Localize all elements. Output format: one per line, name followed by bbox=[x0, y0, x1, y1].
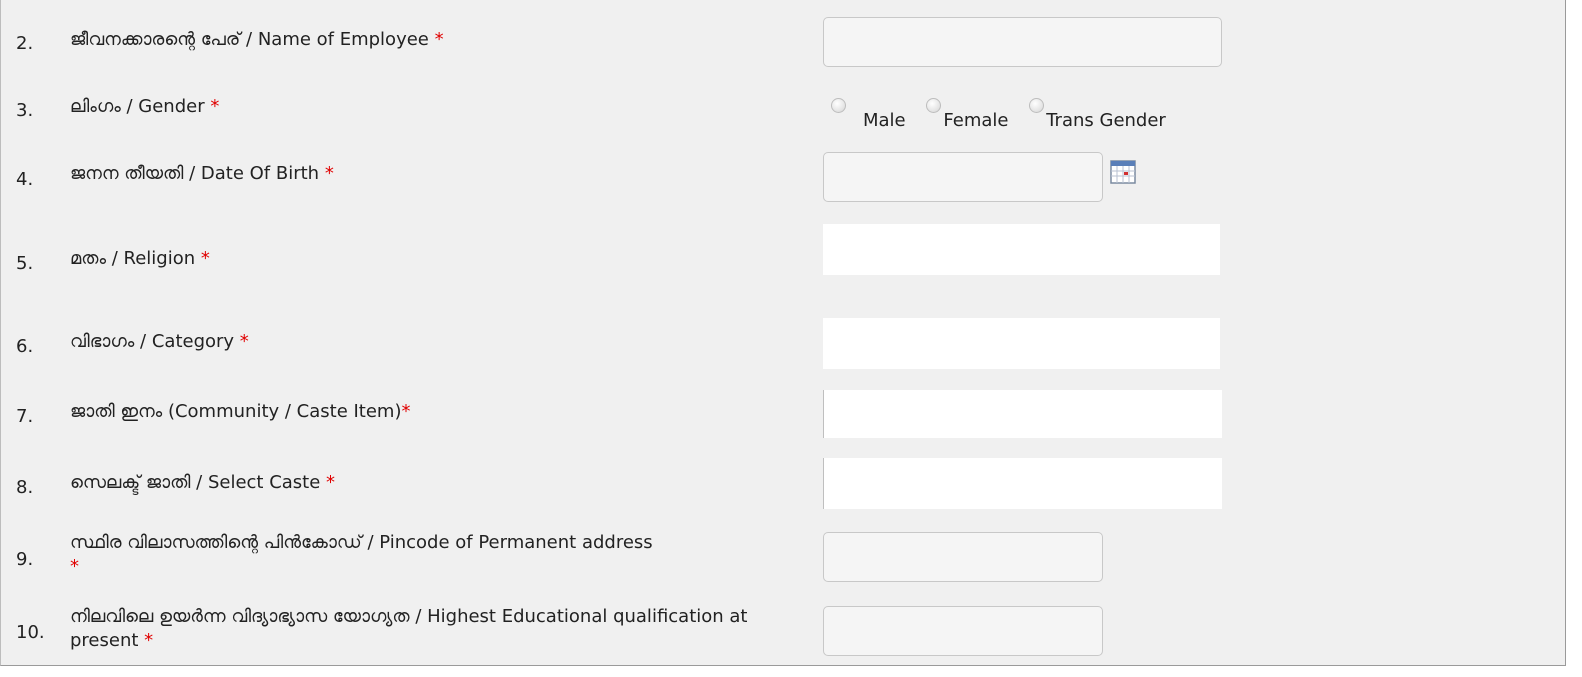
label-text: ജനന തീയതി / Date Of Birth bbox=[70, 163, 320, 184]
radio-label: Trans Gender bbox=[1046, 110, 1166, 131]
required-star: * bbox=[200, 248, 210, 269]
row-number: 9. bbox=[16, 549, 34, 570]
row-number: 7. bbox=[16, 406, 34, 427]
gender-trans-option[interactable]: Trans Gender bbox=[1029, 96, 1166, 131]
required-star: * bbox=[434, 29, 444, 50]
qualification-input[interactable] bbox=[823, 606, 1103, 656]
name-of-employee-input[interactable] bbox=[823, 17, 1222, 67]
name-of-employee-label: ജീവനക്കാരന്റെ പേര് / Name of Employee * bbox=[70, 28, 444, 52]
date-of-birth-input[interactable] bbox=[823, 152, 1103, 202]
gender-male-option[interactable]: Male bbox=[831, 96, 906, 131]
label-text: മതം / Religion bbox=[70, 248, 196, 269]
radio-button[interactable] bbox=[926, 98, 942, 113]
row-number: 3. bbox=[16, 100, 34, 121]
label-text: സ്ഥിര വിലാസത്തിന്റെ പിൻകോഡ് / Pincode of… bbox=[70, 532, 653, 553]
label-text: ജാതി ഇനം (Community / Caste Item) bbox=[70, 401, 402, 422]
date-of-birth-label: ജനന തീയതി / Date Of Birth * bbox=[70, 162, 334, 186]
radio-button[interactable] bbox=[1029, 98, 1045, 113]
required-star: * bbox=[70, 556, 79, 577]
gender-radio-group: Male Female Trans Gender bbox=[831, 96, 1167, 131]
row-number: 2. bbox=[16, 33, 34, 54]
religion-label: മതം / Religion * bbox=[70, 247, 210, 271]
row-number: 6. bbox=[16, 336, 34, 357]
label-text: സെലക്ട് ജാതി / Select Caste bbox=[70, 472, 321, 493]
label-text: വിഭാഗം / Category bbox=[70, 331, 235, 352]
required-star: * bbox=[326, 472, 336, 493]
category-select[interactable] bbox=[823, 318, 1220, 369]
select-caste-label: സെലക്ട് ജാതി / Select Caste * bbox=[70, 471, 335, 495]
gender-label: ലിംഗം / Gender * bbox=[70, 95, 219, 119]
radio-label: Female bbox=[943, 110, 1009, 131]
label-text: ലിംഗം / Gender bbox=[70, 96, 205, 117]
row-number: 10. bbox=[16, 622, 45, 643]
row-number: 8. bbox=[16, 477, 34, 498]
radio-button[interactable] bbox=[831, 98, 846, 113]
required-star: * bbox=[401, 401, 411, 422]
calendar-icon[interactable] bbox=[1110, 160, 1136, 184]
row-number: 4. bbox=[16, 169, 34, 190]
label-text: ജീവനക്കാരന്റെ പേര് / Name of Employee bbox=[70, 29, 429, 50]
radio-label: Male bbox=[863, 110, 906, 131]
gender-female-option[interactable]: Female bbox=[926, 96, 1008, 131]
caste-item-select[interactable] bbox=[823, 390, 1222, 438]
pincode-input[interactable] bbox=[823, 532, 1103, 582]
required-star: * bbox=[210, 96, 220, 117]
required-star: * bbox=[324, 163, 334, 184]
required-star: * bbox=[144, 630, 154, 651]
label-text: നിലവിലെ ഉയർന്ന വിദ്യാഭ്യാസ യോഗ്യത / High… bbox=[70, 606, 748, 651]
category-label: വിഭാഗം / Category * bbox=[70, 330, 249, 354]
row-number: 5. bbox=[16, 253, 34, 274]
required-star: * bbox=[239, 331, 249, 352]
caste-item-label: ജാതി ഇനം (Community / Caste Item)* bbox=[70, 400, 411, 424]
pincode-label: സ്ഥിര വിലാസത്തിന്റെ പിൻകോഡ് / Pincode of… bbox=[70, 531, 810, 579]
religion-select[interactable] bbox=[823, 224, 1220, 275]
employee-form-panel: 2. ജീവനക്കാരന്റെ പേര് / Name of Employee… bbox=[0, 0, 1566, 666]
select-caste-select[interactable] bbox=[823, 458, 1222, 509]
qualification-label: നിലവിലെ ഉയർന്ന വിദ്യാഭ്യാസ യോഗ്യത / High… bbox=[70, 605, 790, 653]
